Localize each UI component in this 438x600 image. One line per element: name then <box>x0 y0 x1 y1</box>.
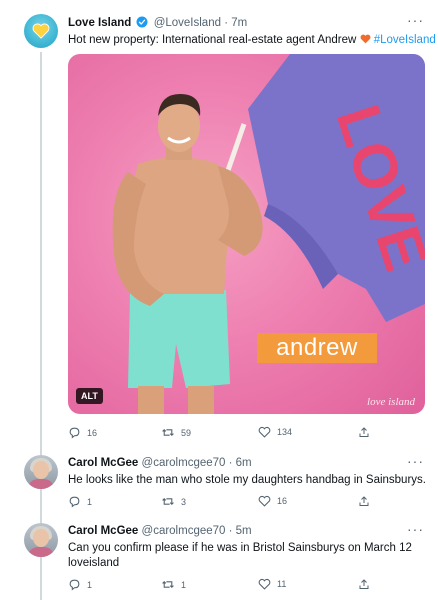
timestamp[interactable]: · 6m <box>229 457 252 469</box>
alt-badge[interactable]: ALT <box>76 388 103 404</box>
retweet-icon <box>162 498 174 505</box>
reply-count: 1 <box>87 579 93 590</box>
tweet-actions: 1 1 11 <box>68 578 378 596</box>
tweet-text: Hot new property: International real-est… <box>68 33 436 48</box>
heart-emoji-icon <box>360 34 370 44</box>
like-icon <box>258 426 271 438</box>
love-island-avatar[interactable] <box>24 14 58 48</box>
watermark: love island <box>367 396 415 408</box>
reply-button[interactable]: 16 <box>68 426 97 439</box>
tweet-actions: 1 3 16 <box>68 495 378 513</box>
handle[interactable]: @LoveIsland <box>154 17 221 29</box>
retweet-button[interactable]: 1 <box>161 578 186 591</box>
retweet-icon <box>162 581 174 588</box>
share-icon <box>359 496 369 506</box>
like-button[interactable]: 16 <box>258 495 287 507</box>
retweet-count: 3 <box>181 496 187 507</box>
reply-button[interactable]: 1 <box>68 578 92 591</box>
retweet-button[interactable]: 59 <box>161 426 191 439</box>
hashtag-link[interactable]: #LoveIsland <box>374 34 436 46</box>
reply-count: 1 <box>87 496 93 507</box>
tweet-header: Carol McGee @carolmcgee70 · 5m <box>68 525 252 537</box>
like-count: 134 <box>277 427 293 437</box>
display-name[interactable]: Carol McGee <box>68 525 138 537</box>
handle[interactable]: @carolmcgee70 <box>142 457 226 469</box>
reply-icon <box>69 496 80 508</box>
tweet-text-line: loveisland <box>68 557 120 569</box>
retweet-button[interactable]: 3 <box>161 495 186 508</box>
heart-logo-icon <box>32 23 50 39</box>
reply-count: 16 <box>87 427 98 438</box>
tweet-header: Carol McGee @carolmcgee70 · 6m <box>68 457 252 469</box>
retweet-count: 1 <box>181 579 187 590</box>
reply-icon <box>69 579 80 591</box>
share-icon <box>359 579 369 589</box>
more-icon[interactable]: ··· <box>407 12 424 28</box>
share-button[interactable] <box>358 495 370 508</box>
like-button[interactable]: 134 <box>258 426 292 438</box>
like-icon <box>258 578 271 590</box>
thread-line <box>40 52 42 600</box>
tweet-media-image[interactable]: LOVE andrew ALT love island <box>68 54 425 414</box>
like-count: 16 <box>277 496 288 506</box>
tweet-text: He looks like the man who stole my daugh… <box>68 474 426 486</box>
name-plate: andrew <box>257 333 377 363</box>
display-name[interactable]: Love Island <box>68 17 131 29</box>
like-icon <box>258 495 271 507</box>
tweet-actions: 16 59 134 <box>68 426 378 444</box>
display-name[interactable]: Carol McGee <box>68 457 138 469</box>
timestamp[interactable]: · 5m <box>229 525 252 537</box>
timestamp[interactable]: · 7m <box>224 17 247 29</box>
tweet-text-main: Hot new property: International real-est… <box>68 34 360 46</box>
more-icon[interactable]: ··· <box>407 453 424 469</box>
tweet-text: Can you confirm please if he was in Bris… <box>68 541 412 571</box>
share-button[interactable] <box>358 426 370 439</box>
retweet-icon <box>162 429 174 436</box>
reply-button[interactable]: 1 <box>68 495 92 508</box>
retweet-count: 59 <box>181 427 192 438</box>
more-icon[interactable]: ··· <box>407 521 424 537</box>
verified-icon <box>136 16 148 28</box>
carol-avatar[interactable] <box>24 455 58 489</box>
carol-avatar[interactable] <box>24 523 58 557</box>
reply-icon <box>69 427 80 439</box>
handle[interactable]: @carolmcgee70 <box>142 525 226 537</box>
tweet-text-line: Can you confirm please if he was in Bris… <box>68 542 412 554</box>
tweet-header: Love Island @LoveIsland · 7m <box>68 16 247 29</box>
share-button[interactable] <box>358 578 370 591</box>
like-count: 11 <box>277 579 287 589</box>
like-button[interactable]: 11 <box>258 578 286 590</box>
share-icon <box>359 427 369 437</box>
